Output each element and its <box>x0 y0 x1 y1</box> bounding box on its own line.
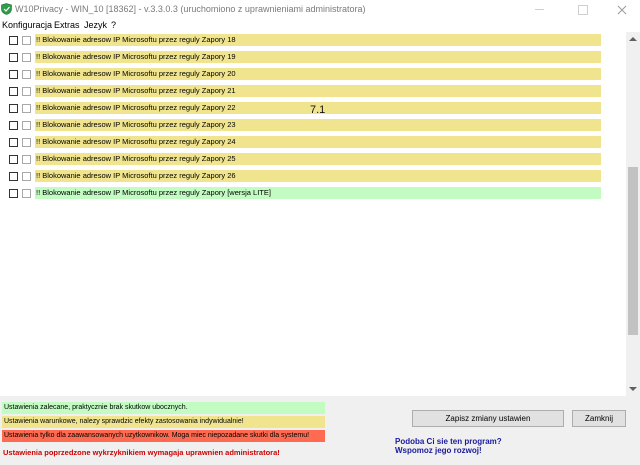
menu-help[interactable]: ? <box>111 20 116 30</box>
scroll-up-icon[interactable] <box>629 37 637 41</box>
setting-checkbox-secondary[interactable] <box>22 36 31 45</box>
minimize-button[interactable] <box>520 0 560 18</box>
setting-checkbox-secondary[interactable] <box>22 138 31 147</box>
setting-checkbox-secondary[interactable] <box>22 172 31 181</box>
close-icon <box>617 5 627 15</box>
menu-jezyk[interactable]: Jezyk <box>84 20 107 30</box>
setting-label: !! Blokowanie adresow IP Microsoftu prze… <box>35 153 601 165</box>
admin-note: Ustawienia poprzedzone wykrzyknikiem wym… <box>3 448 280 457</box>
menu-bar: Konfiguracja Extras Jezyk ? <box>0 18 640 32</box>
setting-checkbox-secondary[interactable] <box>22 155 31 164</box>
list-item: !! Blokowanie adresow IP Microsoftu prze… <box>0 134 626 151</box>
setting-checkbox[interactable] <box>9 138 18 147</box>
setting-checkbox-secondary[interactable] <box>22 189 31 198</box>
promo-support-link[interactable]: Wspomoz jego rozwoj! <box>395 446 482 455</box>
setting-checkbox[interactable] <box>9 155 18 164</box>
setting-checkbox-secondary[interactable] <box>22 70 31 79</box>
setting-checkbox[interactable] <box>9 189 18 198</box>
title-bar: W10Privacy - WIN_10 [18362] - v.3.3.0.3 … <box>0 0 640 18</box>
close-button[interactable]: Zamknij <box>572 410 626 427</box>
setting-checkbox-secondary[interactable] <box>22 121 31 130</box>
list-item: !! Blokowanie adresow IP Microsoftu prze… <box>0 66 626 83</box>
setting-label: !! Blokowanie adresow IP Microsoftu prze… <box>35 170 601 182</box>
setting-checkbox-secondary[interactable] <box>22 87 31 96</box>
setting-label: !! Blokowanie adresow IP Microsoftu prze… <box>35 34 601 46</box>
setting-checkbox[interactable] <box>9 70 18 79</box>
menu-extras[interactable]: Extras <box>54 20 80 30</box>
setting-label: !! Blokowanie adresow IP Microsoftu prze… <box>35 85 601 97</box>
list-item: !! Blokowanie adresow IP Microsoftu prze… <box>0 49 626 66</box>
setting-label: !! Blokowanie adresow IP Microsoftu prze… <box>35 136 601 148</box>
close-window-button[interactable] <box>602 0 640 18</box>
list-item: !! Blokowanie adresow IP Microsoftu prze… <box>0 168 626 185</box>
legend-conditional: Ustawienia warunkowe, nalezy sprawdzic e… <box>2 416 325 428</box>
settings-list: !! Blokowanie adresow IP Microsoftu prze… <box>0 32 626 396</box>
shield-icon <box>1 3 12 15</box>
maximize-button[interactable] <box>562 0 602 18</box>
legend-recommended: Ustawienia zalecane, praktycznie brak sk… <box>2 402 325 414</box>
promo-question-link[interactable]: Podoba Ci sie ten program? <box>395 437 502 446</box>
list-item: !! Blokowanie adresow IP Microsoftu prze… <box>0 117 626 134</box>
menu-konfiguracja[interactable]: Konfiguracja <box>2 20 52 30</box>
setting-label: !! Blokowanie adresow IP Microsoftu prze… <box>35 51 601 63</box>
setting-checkbox[interactable] <box>9 121 18 130</box>
setting-checkbox[interactable] <box>9 104 18 113</box>
legend-advanced: Ustawienia tylko dla zaawansowanych uzyt… <box>2 430 325 442</box>
setting-checkbox[interactable] <box>9 172 18 181</box>
setting-checkbox[interactable] <box>9 87 18 96</box>
setting-checkbox[interactable] <box>9 53 18 62</box>
setting-checkbox[interactable] <box>9 36 18 45</box>
window-title: W10Privacy - WIN_10 [18362] - v.3.3.0.3 … <box>15 4 366 14</box>
scroll-down-icon[interactable] <box>629 387 637 391</box>
scrollbar-thumb[interactable] <box>628 167 638 335</box>
setting-label: !! Blokowanie adresow IP Microsoftu prze… <box>35 119 601 131</box>
setting-label: !! Blokowanie adresow IP Microsoftu prze… <box>35 68 601 80</box>
setting-label: !! Blokowanie adresow IP Microsoftu prze… <box>35 187 601 199</box>
vertical-scrollbar[interactable] <box>626 32 640 396</box>
setting-checkbox-secondary[interactable] <box>22 104 31 113</box>
list-item: !! Blokowanie adresow IP Microsoftu prze… <box>0 151 626 168</box>
overlay-number: 7.1 <box>310 104 326 116</box>
list-item: !! Blokowanie adresow IP Microsoftu prze… <box>0 83 626 100</box>
save-settings-button[interactable]: Zapisz zmiany ustawien <box>412 410 564 427</box>
list-item: !! Blokowanie adresow IP Microsoftu prze… <box>0 185 626 202</box>
list-item: !! Blokowanie adresow IP Microsoftu prze… <box>0 32 626 49</box>
setting-checkbox-secondary[interactable] <box>22 53 31 62</box>
footer-panel: Ustawienia zalecane, praktycznie brak sk… <box>0 396 640 465</box>
